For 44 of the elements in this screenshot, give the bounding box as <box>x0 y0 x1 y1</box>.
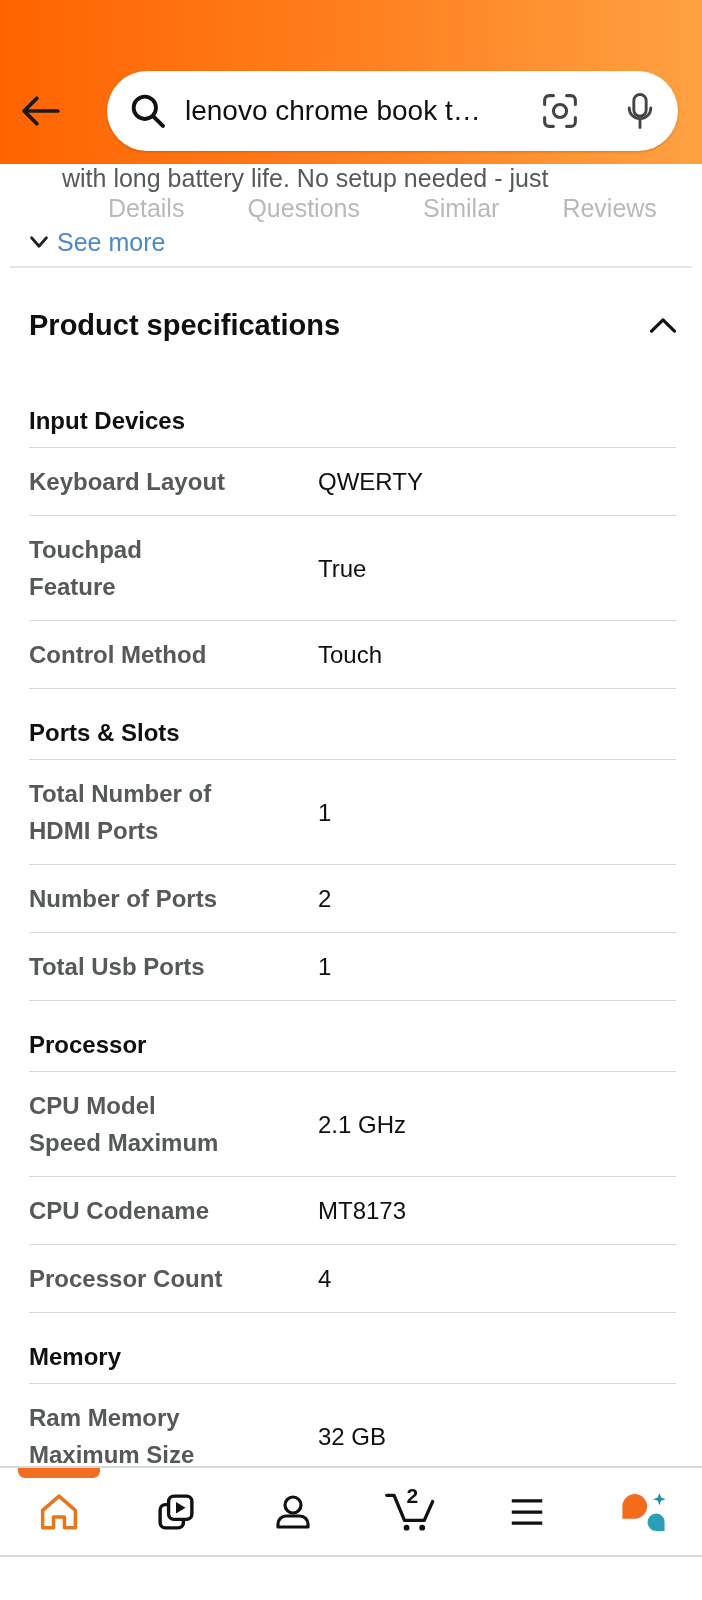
see-more-link[interactable]: See more <box>57 227 166 257</box>
spec-label: Processor Count <box>29 1264 224 1294</box>
search-icon <box>131 94 165 128</box>
spec-label: Control Method <box>29 640 208 670</box>
spec-label: Number of Ports <box>29 884 218 914</box>
section-tab[interactable]: Questions <box>247 192 360 226</box>
spec-value: True <box>318 553 368 584</box>
spec-label: CPU Model Speed Maximum <box>29 1091 220 1158</box>
spec-value: QWERTY <box>318 467 424 497</box>
spec-label: CPU Codename <box>29 1196 211 1226</box>
spec-group-heading: Ports & Slots <box>29 689 676 760</box>
play-video-icon <box>157 1493 194 1530</box>
spec-label: Total Number of HDMI Ports <box>29 779 213 846</box>
lens-scan-icon[interactable] <box>543 94 577 128</box>
spec-label: Keyboard Layout <box>29 467 227 497</box>
spec-label: Total Usb Ports <box>29 952 206 982</box>
back-arrow-icon <box>22 96 60 126</box>
spec-group-heading: Processor <box>29 1001 676 1072</box>
chevron-down-icon <box>30 236 48 248</box>
nav-cart-button[interactable]: 2 <box>351 1468 468 1555</box>
section-tab[interactable]: Reviews <box>562 192 657 226</box>
spec-value: 4 <box>318 1264 333 1294</box>
spec-label: Ram Memory Maximum Size <box>29 1403 196 1466</box>
spec-value: 1 <box>318 952 333 982</box>
description-text: with long battery life. No setup needed - just <box>61 164 550 192</box>
spec-value: 2 <box>318 884 333 914</box>
person-icon <box>275 1493 310 1530</box>
section-tab[interactable]: Similar <box>423 192 500 226</box>
microphone-icon[interactable] <box>627 93 653 129</box>
spec-value: 1 <box>318 797 333 828</box>
search-field[interactable]: lenovo chrome book t… <box>107 71 678 151</box>
section-tab[interactable]: Details <box>108 192 185 226</box>
home-icon <box>39 1493 78 1530</box>
spec-group-heading: Input Devices <box>29 377 676 448</box>
spec-group-heading: Memory <box>29 1313 676 1384</box>
spec-value: MT8173 <box>318 1196 408 1226</box>
spec-label: Touchpad Feature <box>29 535 143 602</box>
spec-value: 32 GB <box>318 1421 388 1452</box>
spec-value: Touch <box>318 640 384 670</box>
menu-icon <box>509 1498 544 1525</box>
chevron-up-icon[interactable] <box>650 316 676 334</box>
section-title: Product specifications <box>29 308 340 343</box>
chat-bubbles-sparkle-icon <box>621 1492 666 1531</box>
spec-value: 2.1 GHz <box>318 1109 408 1140</box>
